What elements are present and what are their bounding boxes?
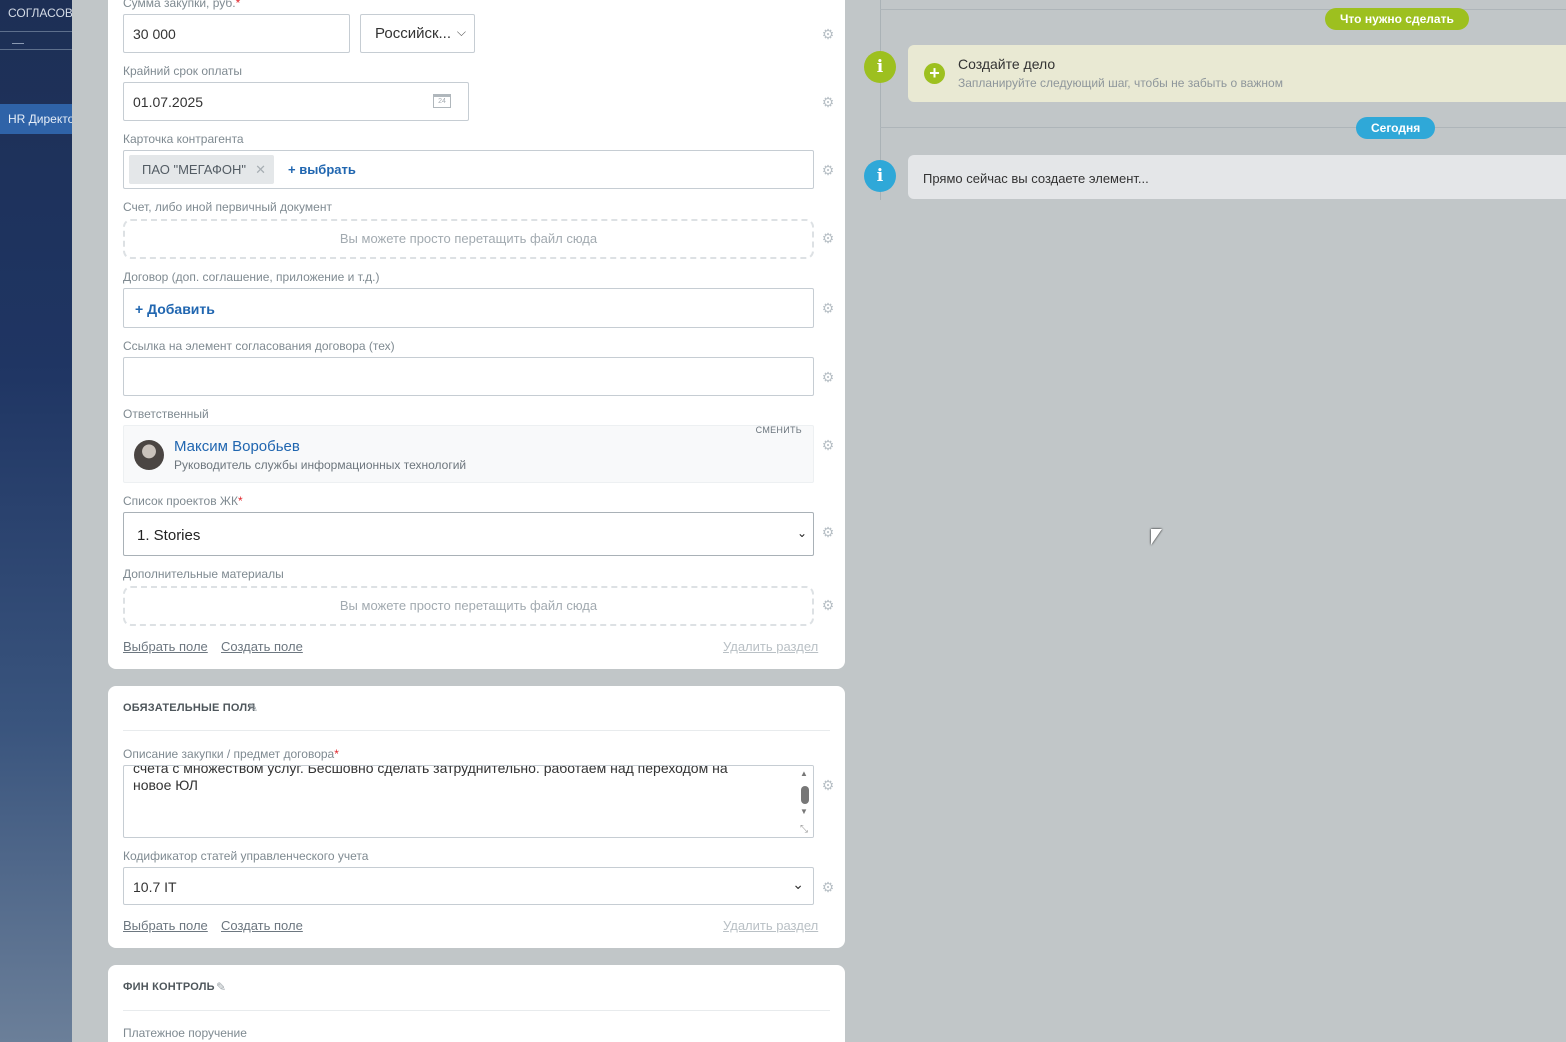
gear-icon[interactable]: ⚙ (821, 525, 835, 539)
counterparty-select-link[interactable]: + выбрать (288, 162, 356, 177)
link-input[interactable] (123, 357, 814, 396)
responsible-name[interactable]: Максим Воробьев (174, 438, 300, 455)
create-field-link[interactable]: Создать поле (221, 918, 303, 933)
gear-icon[interactable]: ⚙ (821, 880, 835, 894)
info-icon: i (864, 51, 896, 83)
today-badge: Сегодня (1356, 117, 1436, 139)
amount-input[interactable]: 30 000 (123, 14, 350, 53)
gear-icon[interactable]: ⚙ (821, 163, 835, 177)
todo-badge: Что нужно сделать (1325, 8, 1469, 30)
scroll-down-icon[interactable]: ▼ (800, 807, 808, 816)
gear-icon[interactable]: ⚙ (821, 231, 835, 245)
link-label: Ссылка на элемент согласования договора … (123, 339, 395, 353)
main-fields-section: Сумма закупки, руб.* 30 000 Российск... … (108, 0, 845, 669)
pencil-icon[interactable]: ✎ (216, 980, 226, 994)
divider (880, 127, 1566, 128)
scroll-up-icon[interactable]: ▲ (800, 769, 808, 778)
gear-icon[interactable]: ⚙ (821, 438, 835, 452)
sidebar-item-hr-director[interactable]: HR Директо (0, 104, 72, 134)
scrollbar-thumb[interactable] (801, 786, 809, 804)
gear-icon[interactable]: ⚙ (821, 27, 835, 41)
add-icon[interactable]: + (924, 63, 945, 84)
projects-label: Список проектов ЖК* (123, 494, 243, 508)
deadline-input[interactable]: 01.07.2025 24 (123, 82, 469, 121)
counterparty-tag[interactable]: ПАО "МЕГАФОН" ✕ (129, 155, 274, 184)
left-sidebar: СОГЛАСОВА HR Директо (0, 0, 72, 1042)
create-field-link[interactable]: Создать поле (221, 639, 303, 654)
create-task-card[interactable]: + Создайте дело Запланируйте следующий ш… (908, 45, 1566, 102)
projects-select[interactable]: 1. Stories ⌄ (123, 512, 814, 556)
sidebar-top-label[interactable]: СОГЛАСОВА (8, 6, 72, 20)
chevron-down-icon: ⌄ (796, 526, 807, 540)
extra-materials-dropzone[interactable]: Вы можете просто перетащить файл сюда (123, 586, 814, 626)
chevron-down-icon: ⌵ (456, 25, 466, 39)
gear-icon[interactable]: ⚙ (821, 778, 835, 792)
codifier-select[interactable]: 10.7 IT ⌄ (123, 867, 814, 905)
remove-tag-icon[interactable]: ✕ (255, 155, 266, 184)
chevron-down-icon: ⌄ (792, 876, 804, 892)
responsible-card: сменить Максим Воробьев Руководитель слу… (123, 425, 814, 483)
fin-control-section: ФИН КОНТРОЛЬ ✎ Платежное поручение (108, 965, 845, 1042)
amount-label: Сумма закупки, руб.* (123, 0, 241, 10)
divider (123, 730, 830, 731)
contract-add-button[interactable]: + Добавить (135, 301, 215, 317)
description-line: счета с множеством услуг. Бесшовно сдела… (133, 765, 728, 776)
select-field-link[interactable]: Выбрать поле (123, 639, 208, 654)
required-fields-section: ОБЯЗАТЕЛЬНЫЕ ПОЛЯ ✎ Описание закупки / п… (108, 686, 845, 948)
deadline-label: Крайний срок оплаты (123, 64, 243, 78)
creating-element-text: Прямо сейчас вы создаете элемент... (923, 171, 1149, 186)
section-title: ОБЯЗАТЕЛЬНЫЕ ПОЛЯ (123, 702, 256, 714)
description-textarea[interactable]: счета с множеством услуг. Бесшовно сдела… (123, 765, 814, 838)
divider (123, 1010, 830, 1011)
contract-label: Договор (доп. соглашение, приложение и т… (123, 270, 380, 284)
codifier-label: Кодификатор статей управленческого учета (123, 849, 369, 863)
responsible-position: Руководитель службы информационных техно… (174, 458, 467, 472)
invoice-dropzone[interactable]: Вы можете просто перетащить файл сюда (123, 219, 814, 259)
resize-handle-icon[interactable]: ⤡ (800, 824, 808, 835)
contract-field: + Добавить (123, 288, 814, 328)
delete-section-link[interactable]: Удалить раздел (723, 639, 818, 654)
responsible-label: Ответственный (123, 407, 209, 421)
gear-icon[interactable]: ⚙ (821, 95, 835, 109)
divider (0, 31, 72, 32)
section-title: ФИН КОНТРОЛЬ (123, 981, 215, 993)
scrollbar[interactable]: ▲ ▼ ⤡ (797, 766, 813, 837)
gear-icon[interactable]: ⚙ (821, 598, 835, 612)
invoice-label: Счет, либо иной первичный документ (123, 200, 332, 214)
counterparty-label: Карточка контрагента (123, 132, 244, 146)
avatar (134, 440, 164, 470)
select-field-link[interactable]: Выбрать поле (123, 918, 208, 933)
description-label: Описание закупки / предмет договора* (123, 747, 339, 761)
delete-section-link[interactable]: Удалить раздел (723, 918, 818, 933)
payment-order-label: Платежное поручение (123, 1026, 247, 1040)
divider (12, 43, 24, 44)
divider (0, 49, 72, 50)
create-task-title[interactable]: Создайте дело (958, 56, 1055, 72)
description-line: новое ЮЛ (133, 777, 198, 793)
mouse-cursor-icon (1151, 529, 1162, 545)
gear-icon[interactable]: ⚙ (821, 301, 835, 315)
extra-materials-label: Дополнительные материалы (123, 567, 284, 581)
gear-icon[interactable]: ⚙ (821, 370, 835, 384)
counterparty-field[interactable]: ПАО "МЕГАФОН" ✕ + выбрать (123, 150, 814, 189)
calendar-icon[interactable]: 24 (433, 94, 451, 108)
create-task-subtitle: Запланируйте следующий шаг, чтобы не заб… (958, 76, 1283, 90)
responsible-change-link[interactable]: сменить (756, 425, 802, 435)
creating-element-card: Прямо сейчас вы создаете элемент... (908, 155, 1566, 199)
currency-select[interactable]: Российск... ⌵ (360, 14, 475, 53)
info-icon: i (864, 160, 896, 192)
pencil-icon[interactable]: ✎ (248, 701, 258, 715)
